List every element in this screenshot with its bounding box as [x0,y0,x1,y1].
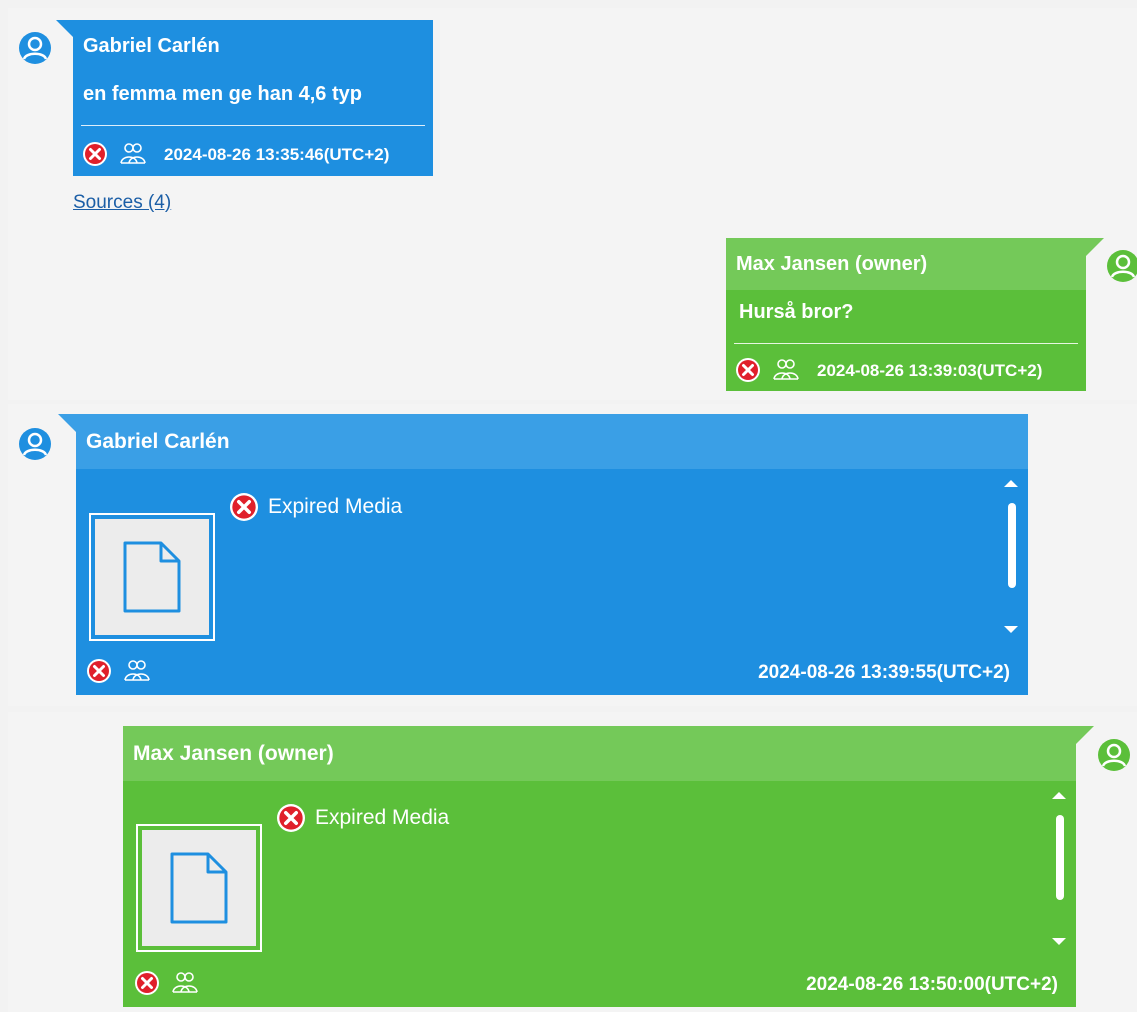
message-timestamp: 2024-08-26 13:35:46(UTC+2) [164,145,390,164]
sender-name: Gabriel Carlén [76,414,1028,469]
user-avatar-icon [1097,738,1131,772]
sender-name: Max Jansen (owner) [123,726,1076,781]
scroll-up-arrow[interactable] [1004,480,1018,487]
media-message-bubble[interactable]: Max Jansen (owner) Expired Media 2024-08… [123,726,1076,1007]
media-thumbnail[interactable] [136,824,262,952]
sender-name: Gabriel Carlén [83,34,220,57]
sources-link[interactable]: Sources (4) [73,192,171,214]
file-icon [170,852,228,924]
divider [81,125,425,126]
media-thumbnail[interactable] [89,513,215,641]
red-x-icon [277,804,305,832]
red-x-icon[interactable] [135,971,159,995]
message-bubble[interactable]: Max Jansen (owner) Hurså bror? 2024-08-2… [726,238,1086,391]
group-icon[interactable] [119,139,147,167]
bubble-tail [58,414,76,432]
message-timestamp: 2024-08-26 13:39:03(UTC+2) [817,361,1043,380]
expired-media-label: Expired Media [277,804,449,832]
message-timestamp: 2024-08-26 13:50:00(UTC+2) [806,974,1058,995]
red-x-icon[interactable] [87,659,111,683]
bubble-tail [1076,726,1094,744]
message-timestamp: 2024-08-26 13:39:55(UTC+2) [758,662,1010,683]
scroll-up-arrow[interactable] [1052,792,1066,799]
scroll-down-arrow[interactable] [1052,938,1066,945]
bubble-tail [56,20,74,38]
scrollbar-thumb[interactable] [1008,503,1016,588]
message-text: Hurså bror? [739,301,854,323]
file-icon [123,541,181,613]
media-message-bubble[interactable]: Gabriel Carlén Expired Media 2024-08-26 … [76,414,1028,695]
group-icon[interactable] [772,355,800,383]
user-avatar-icon [1106,249,1137,283]
message-bubble[interactable]: Gabriel Carlén en femma men ge han 4,6 t… [73,20,433,176]
scroll-down-arrow[interactable] [1004,626,1018,633]
user-avatar-icon [18,31,52,65]
red-x-icon[interactable] [83,142,107,166]
expired-media-label: Expired Media [230,493,402,521]
message-text: en femma men ge han 4,6 typ [83,83,362,105]
sender-name: Max Jansen (owner) [726,238,1086,290]
scrollbar-thumb[interactable] [1056,815,1064,900]
group-icon[interactable] [123,656,151,684]
group-icon[interactable] [171,968,199,996]
bubble-tail [1086,238,1104,256]
red-x-icon[interactable] [736,358,760,382]
user-avatar-icon [18,427,52,461]
red-x-icon [230,493,258,521]
divider [734,343,1078,344]
